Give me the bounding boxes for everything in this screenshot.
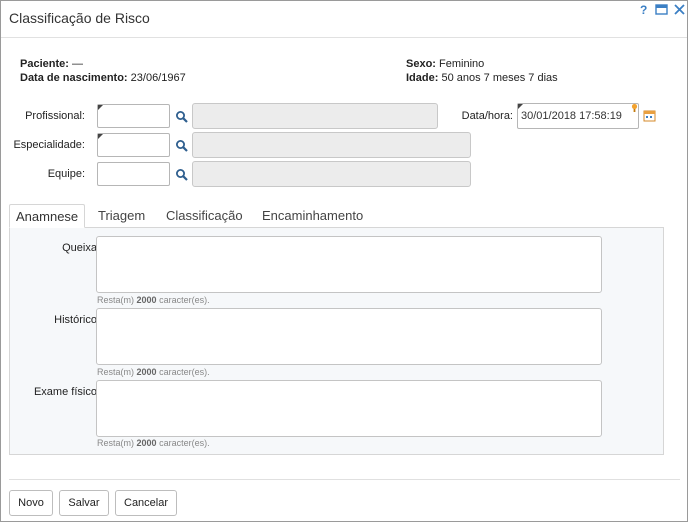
profissional-search-icon[interactable] <box>175 110 189 124</box>
patient-name: Paciente: — <box>20 58 83 70</box>
patient-sex: Sexo: Feminino <box>406 58 485 70</box>
maximize-icon[interactable] <box>655 3 668 16</box>
equipe-label: Equipe: <box>47 168 85 180</box>
patient-age: Idade: 50 anos 7 meses 7 dias <box>406 72 558 84</box>
new-button[interactable]: Novo <box>9 490 53 516</box>
equipe-search-icon[interactable] <box>175 168 189 182</box>
exame-fisico-char-counter: Resta(m) 2000 caracter(es). <box>97 438 210 448</box>
especialidade-label: Especialidade: <box>13 139 85 151</box>
calendar-icon[interactable] <box>643 109 656 122</box>
queixa-textarea[interactable] <box>96 236 602 293</box>
tab-anamnese[interactable]: Anamnese <box>9 204 85 228</box>
profissional-label: Profissional: <box>25 110 85 122</box>
anamnese-panel: Queixa: Resta(m) 2000 caracter(es). Hist… <box>9 227 664 455</box>
equipe-code-input[interactable] <box>97 162 170 186</box>
profissional-name-field <box>192 103 438 129</box>
clock-icon <box>631 103 638 112</box>
tab-triagem[interactable]: Triagem <box>92 204 151 228</box>
especialidade-name-field <box>192 132 471 158</box>
dialog-title: Classificação de Risco <box>9 10 150 26</box>
queixa-label: Queixa: <box>62 242 100 254</box>
svg-text:?: ? <box>640 3 647 16</box>
datetime-input[interactable]: 30/01/2018 17:58:19 <box>517 103 639 129</box>
queixa-char-counter: Resta(m) 2000 caracter(es). <box>97 295 210 305</box>
patient-birthdate: Data de nascimento: 23/06/1967 <box>20 72 186 84</box>
historico-char-counter: Resta(m) 2000 caracter(es). <box>97 367 210 377</box>
especialidade-code-input[interactable] <box>97 133 170 157</box>
cancel-button[interactable]: Cancelar <box>115 490 177 516</box>
title-bar: Classificação de Risco ? <box>1 1 687 38</box>
close-icon[interactable] <box>673 3 686 16</box>
especialidade-search-icon[interactable] <box>175 139 189 153</box>
dialog-window: Classificação de Risco ? Paciente: — Dat… <box>0 0 688 522</box>
datetime-label: Data/hora: <box>461 110 513 122</box>
historico-label: Histórico: <box>54 314 100 326</box>
equipe-name-field <box>192 161 471 187</box>
historico-textarea[interactable] <box>96 308 602 365</box>
exame-fisico-textarea[interactable] <box>96 380 602 437</box>
help-icon[interactable]: ? <box>637 3 650 16</box>
footer-divider <box>9 479 680 480</box>
tab-classificacao[interactable]: Classificação <box>160 204 249 228</box>
save-button[interactable]: Salvar <box>59 490 109 516</box>
profissional-code-input[interactable] <box>97 104 170 128</box>
exame-fisico-label: Exame físico: <box>33 386 100 398</box>
tab-encaminhamento[interactable]: Encaminhamento <box>256 204 369 228</box>
